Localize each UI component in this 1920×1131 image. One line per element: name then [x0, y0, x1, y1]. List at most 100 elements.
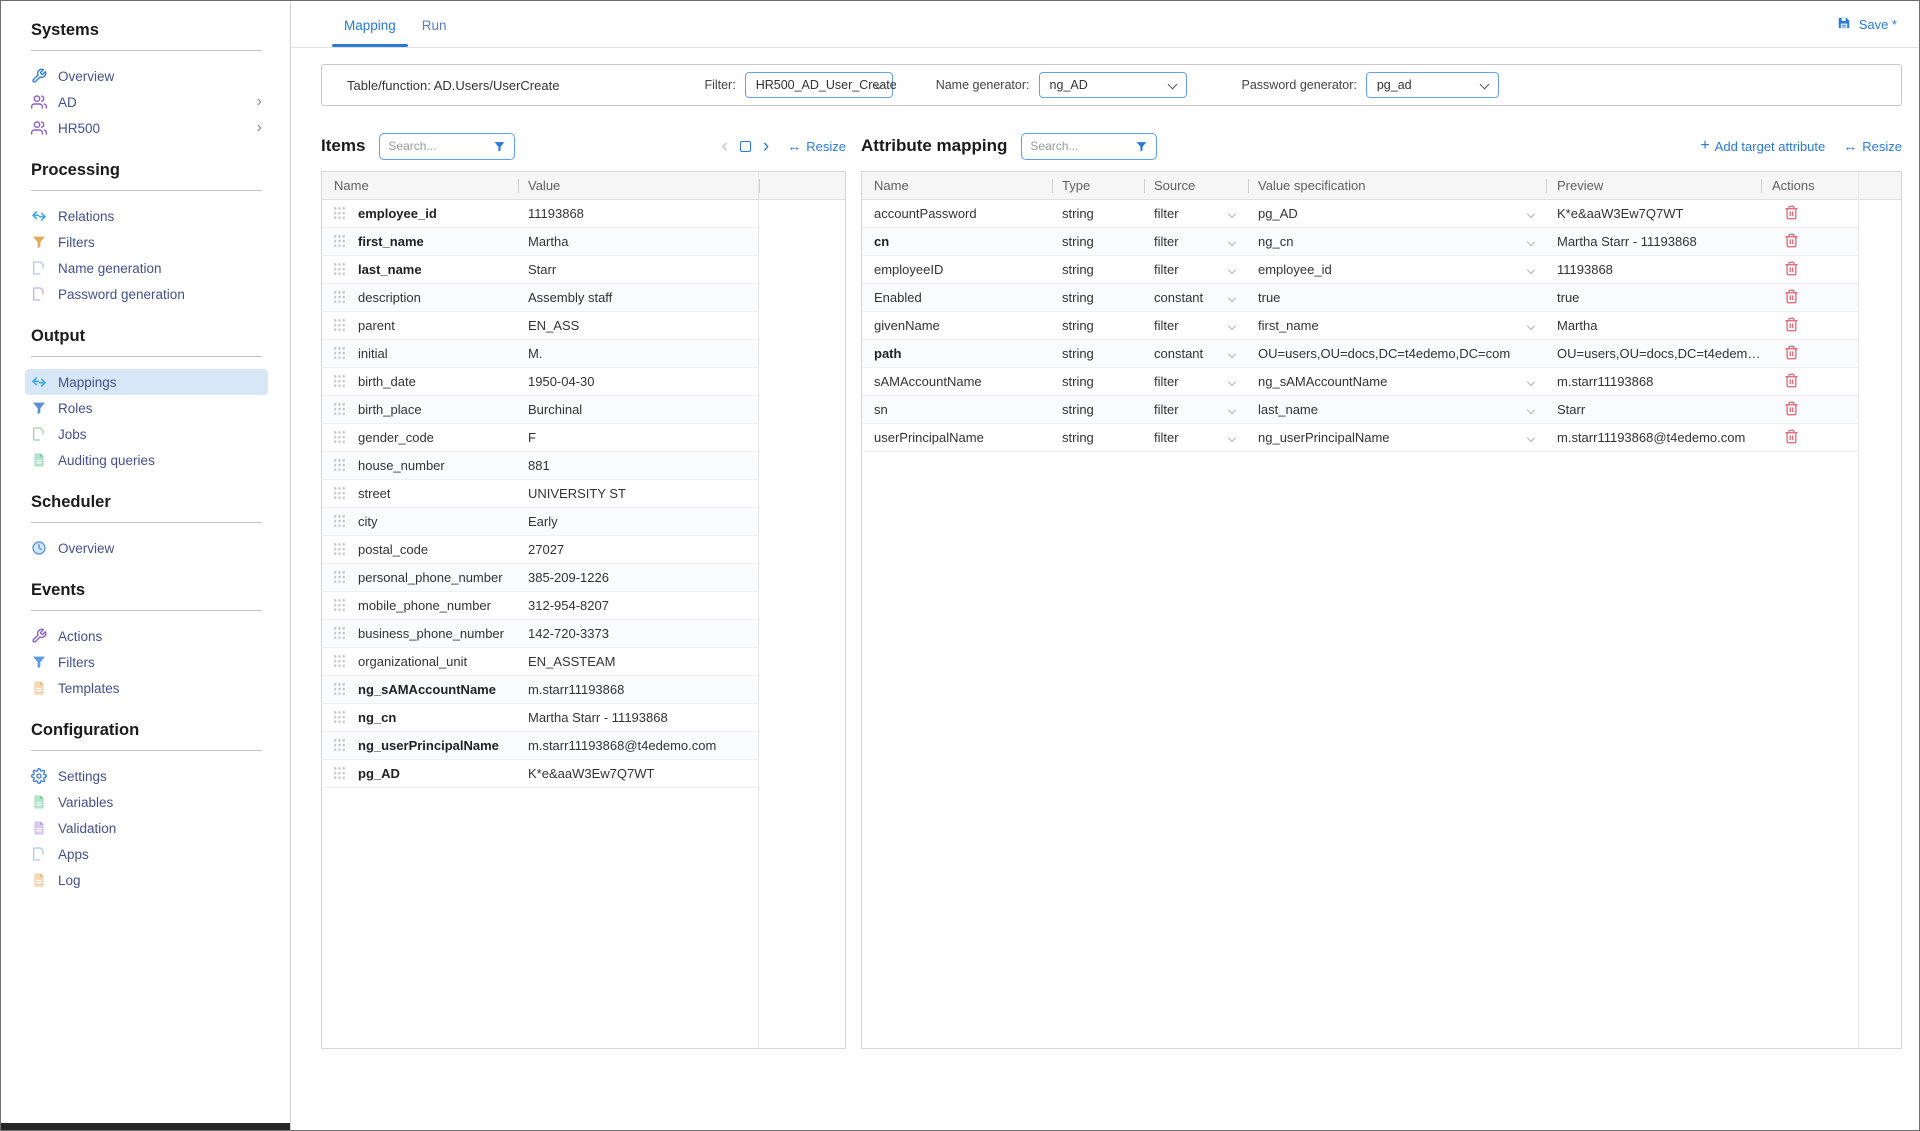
doc-edit-icon	[31, 260, 47, 276]
sidebar-item-jobs[interactable]: Jobs	[25, 421, 268, 447]
drag-handle-icon[interactable]	[333, 290, 346, 305]
value-specification-select[interactable]: ng_userPrincipalName	[1248, 430, 1547, 445]
value-specification-select[interactable]: ng_cn	[1248, 234, 1547, 249]
sidebar-item-label: Roles	[58, 401, 93, 416]
sidebar-item-roles[interactable]: Roles	[25, 395, 268, 421]
drag-handle-icon[interactable]	[333, 542, 346, 557]
drag-handle-icon[interactable]	[333, 206, 346, 221]
items-table-row: pg_ADK*e&aaW3Ew7Q7WT	[322, 760, 759, 788]
sidebar-item-hr500[interactable]: HR500›	[25, 115, 268, 141]
sidebar-item-auditing-queries[interactable]: Auditing queries	[25, 447, 268, 473]
sidebar-item-relations[interactable]: Relations	[25, 203, 268, 229]
sidebar-item-name-generation[interactable]: Name generation	[25, 255, 268, 281]
value-specification-select[interactable]: employee_id	[1248, 262, 1547, 277]
chevron-down-icon	[1228, 349, 1236, 357]
sidebar-item-log[interactable]: Log	[25, 867, 268, 893]
source-select[interactable]: filter	[1144, 234, 1248, 249]
mapping-type: string	[1052, 262, 1144, 277]
page-current-icon[interactable]	[740, 141, 751, 152]
drag-handle-icon[interactable]	[333, 486, 346, 501]
sidebar-item-overview[interactable]: Overview	[25, 63, 268, 89]
sidebar-item-password-generation[interactable]: Password generation	[25, 281, 268, 307]
drag-handle-icon[interactable]	[333, 458, 346, 473]
mapping-table-row: cnstringfilterng_cnMartha Starr - 111938…	[862, 228, 1859, 256]
column-header-name: Name	[862, 178, 1052, 193]
sidebar-item-filters[interactable]: Filters	[25, 649, 268, 675]
sidebar-item-filters[interactable]: Filters	[25, 229, 268, 255]
items-table-row: birth_placeBurchinal	[322, 396, 759, 424]
password-generator-select[interactable]: pg_ad	[1366, 72, 1499, 98]
items-resize-button[interactable]: ↔ Resize	[787, 138, 846, 154]
mapping-type: string	[1052, 290, 1144, 305]
item-value: Martha Starr - 11193868	[518, 710, 759, 725]
tab-run[interactable]: Run	[409, 3, 460, 46]
search-funnel-icon[interactable]	[1135, 140, 1148, 153]
mapping-resize-button[interactable]: ↔ Resize	[1843, 138, 1902, 154]
app-window: SystemsOverviewAD›HR500›ProcessingRelati…	[0, 0, 1920, 1131]
sidebar-item-overview[interactable]: Overview	[25, 535, 268, 561]
drag-handle-icon[interactable]	[333, 682, 346, 697]
drag-handle-icon[interactable]	[333, 346, 346, 361]
drag-handle-icon[interactable]	[333, 710, 346, 725]
delete-trash-icon[interactable]	[1784, 261, 1799, 276]
source-select[interactable]: filter	[1144, 318, 1248, 333]
value-specification-select[interactable]: first_name	[1248, 318, 1547, 333]
drag-handle-icon[interactable]	[333, 626, 346, 641]
source-select[interactable]: constant	[1144, 346, 1248, 361]
sidebar-item-validation[interactable]: Validation	[25, 815, 268, 841]
item-value: Assembly staff	[518, 290, 759, 305]
page-prev-icon[interactable]: ‹	[722, 137, 728, 156]
sidebar-item-variables[interactable]: Variables	[25, 789, 268, 815]
delete-trash-icon[interactable]	[1784, 401, 1799, 416]
drag-handle-icon[interactable]	[333, 234, 346, 249]
value-specification-select[interactable]: ng_sAMAccountName	[1248, 374, 1547, 389]
delete-trash-icon[interactable]	[1784, 345, 1799, 360]
source-select[interactable]: filter	[1144, 262, 1248, 277]
delete-trash-icon[interactable]	[1784, 429, 1799, 444]
delete-trash-icon[interactable]	[1784, 373, 1799, 388]
value-specification-select[interactable]: pg_AD	[1248, 206, 1547, 221]
sidebar-item-settings[interactable]: Settings	[25, 763, 268, 789]
source-select[interactable]: filter	[1144, 430, 1248, 445]
drag-handle-icon[interactable]	[333, 318, 346, 333]
sidebar-item-actions[interactable]: Actions	[25, 623, 268, 649]
sidebar-item-ad[interactable]: AD›	[25, 89, 268, 115]
drag-handle-icon[interactable]	[333, 570, 346, 585]
item-value: Starr	[518, 262, 759, 277]
delete-trash-icon[interactable]	[1784, 317, 1799, 332]
mapping-type: string	[1052, 402, 1144, 417]
save-button[interactable]: Save *	[1837, 16, 1897, 32]
add-target-attribute-button[interactable]: + Add target attribute	[1700, 138, 1825, 154]
drag-handle-icon[interactable]	[333, 598, 346, 613]
drag-handle-icon[interactable]	[333, 766, 346, 781]
page-next-icon[interactable]: ›	[763, 137, 769, 156]
items-search-input[interactable]	[388, 139, 487, 153]
source-select[interactable]: filter	[1144, 402, 1248, 417]
source-select[interactable]: filter	[1144, 206, 1248, 221]
value-specification-select[interactable]: last_name	[1248, 402, 1547, 417]
filter-select[interactable]: HR500_AD_User_Create	[745, 72, 893, 98]
sidebar-item-label: Validation	[58, 821, 116, 836]
drag-handle-icon[interactable]	[333, 738, 346, 753]
mapping-search-input[interactable]	[1030, 139, 1129, 153]
delete-trash-icon[interactable]	[1784, 205, 1799, 220]
mapping-table-row: accountPasswordstringfilterpg_ADK*e&aaW3…	[862, 200, 1859, 228]
drag-handle-icon[interactable]	[333, 374, 346, 389]
sidebar-item-templates[interactable]: Templates	[25, 675, 268, 701]
drag-handle-icon[interactable]	[333, 514, 346, 529]
search-funnel-icon[interactable]	[493, 140, 506, 153]
sidebar-item-apps[interactable]: Apps	[25, 841, 268, 867]
sidebar-item-mappings[interactable]: Mappings	[25, 369, 268, 395]
tab-mapping[interactable]: Mapping	[331, 3, 409, 46]
drag-handle-icon[interactable]	[333, 430, 346, 445]
drag-handle-icon[interactable]	[333, 402, 346, 417]
delete-trash-icon[interactable]	[1784, 233, 1799, 248]
items-table-row: birth_date1950-04-30	[322, 368, 759, 396]
name-generator-select[interactable]: ng_AD	[1039, 72, 1187, 98]
delete-trash-icon[interactable]	[1784, 289, 1799, 304]
drag-handle-icon[interactable]	[333, 654, 346, 669]
source-select[interactable]: constant	[1144, 290, 1248, 305]
items-table-header: Name Value	[322, 172, 845, 200]
drag-handle-icon[interactable]	[333, 262, 346, 277]
source-select[interactable]: filter	[1144, 374, 1248, 389]
